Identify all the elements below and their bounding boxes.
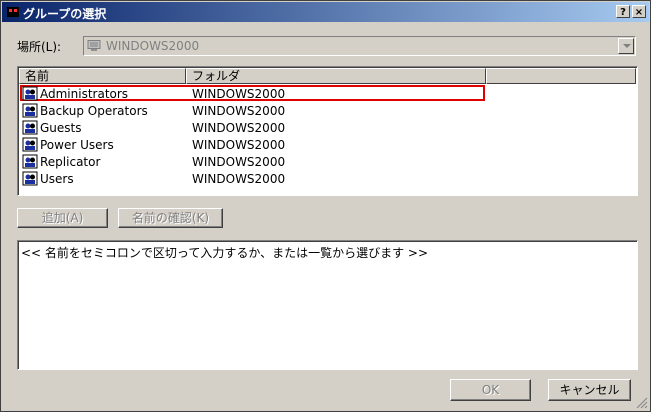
close-button[interactable]: × <box>632 5 646 18</box>
location-dropdown[interactable]: WINDOWS2000 <box>83 36 636 56</box>
chevron-down-icon <box>623 44 631 48</box>
group-users-icon <box>22 103 38 118</box>
group-users-icon <box>22 171 38 186</box>
app-icon <box>7 7 19 17</box>
group-folder: WINDOWS2000 <box>192 155 286 169</box>
group-users-icon <box>22 154 38 169</box>
group-users-icon <box>22 86 38 101</box>
column-header-name[interactable]: 名前 <box>19 68 186 84</box>
resize-grip-icon[interactable] <box>636 397 648 409</box>
group-name: Replicator <box>40 155 101 169</box>
list-item[interactable]: Guests WINDOWS2000 <box>19 119 636 136</box>
list-item[interactable]: Users WINDOWS2000 <box>19 170 636 187</box>
group-name: Guests <box>40 121 82 135</box>
ok-button[interactable]: OK <box>450 379 531 401</box>
group-name: Administrators <box>40 87 129 101</box>
group-name: Power Users <box>40 138 114 152</box>
group-users-icon <box>22 120 38 135</box>
names-placeholder: << 名前をセミコロンで区切って入力するか、または一覧から選びます >> <box>21 246 429 260</box>
list-item[interactable]: Power Users WINDOWS2000 <box>19 136 636 153</box>
group-users-icon <box>22 137 38 152</box>
group-folder: WINDOWS2000 <box>192 172 286 186</box>
list-header: 名前 フォルダ <box>19 68 636 84</box>
location-label: 場所(L): <box>17 40 62 54</box>
dropdown-button[interactable] <box>618 38 634 54</box>
select-group-dialog: グループの選択 ? × 場所(L): WINDOWS2000 名前 フォルダ A… <box>0 0 651 412</box>
group-folder: WINDOWS2000 <box>192 121 286 135</box>
names-input[interactable]: << 名前をセミコロンで区切って入力するか、または一覧から選びます >> <box>17 240 638 370</box>
title-bar[interactable]: グループの選択 ? × <box>2 2 649 22</box>
group-folder: WINDOWS2000 <box>192 87 286 101</box>
group-list[interactable]: 名前 フォルダ Administrators WINDOWS2000 Backu… <box>17 66 638 196</box>
location-value: WINDOWS2000 <box>106 39 200 53</box>
cancel-button[interactable]: キャンセル <box>548 379 631 401</box>
group-name: Backup Operators <box>40 104 148 118</box>
help-button[interactable]: ? <box>616 5 630 18</box>
group-name: Users <box>40 172 74 186</box>
list-item[interactable]: Backup Operators WINDOWS2000 <box>19 102 636 119</box>
list-item[interactable]: Administrators WINDOWS2000 <box>19 85 636 102</box>
list-item[interactable]: Replicator WINDOWS2000 <box>19 153 636 170</box>
computer-icon <box>87 40 101 51</box>
window-title: グループの選択 <box>23 7 107 21</box>
group-folder: WINDOWS2000 <box>192 104 286 118</box>
check-names-button[interactable]: 名前の確認(K) <box>118 208 223 228</box>
add-button[interactable]: 追加(A) <box>17 208 108 228</box>
column-header-folder[interactable]: フォルダ <box>186 68 486 84</box>
group-folder: WINDOWS2000 <box>192 138 286 152</box>
column-header-empty <box>486 68 636 84</box>
